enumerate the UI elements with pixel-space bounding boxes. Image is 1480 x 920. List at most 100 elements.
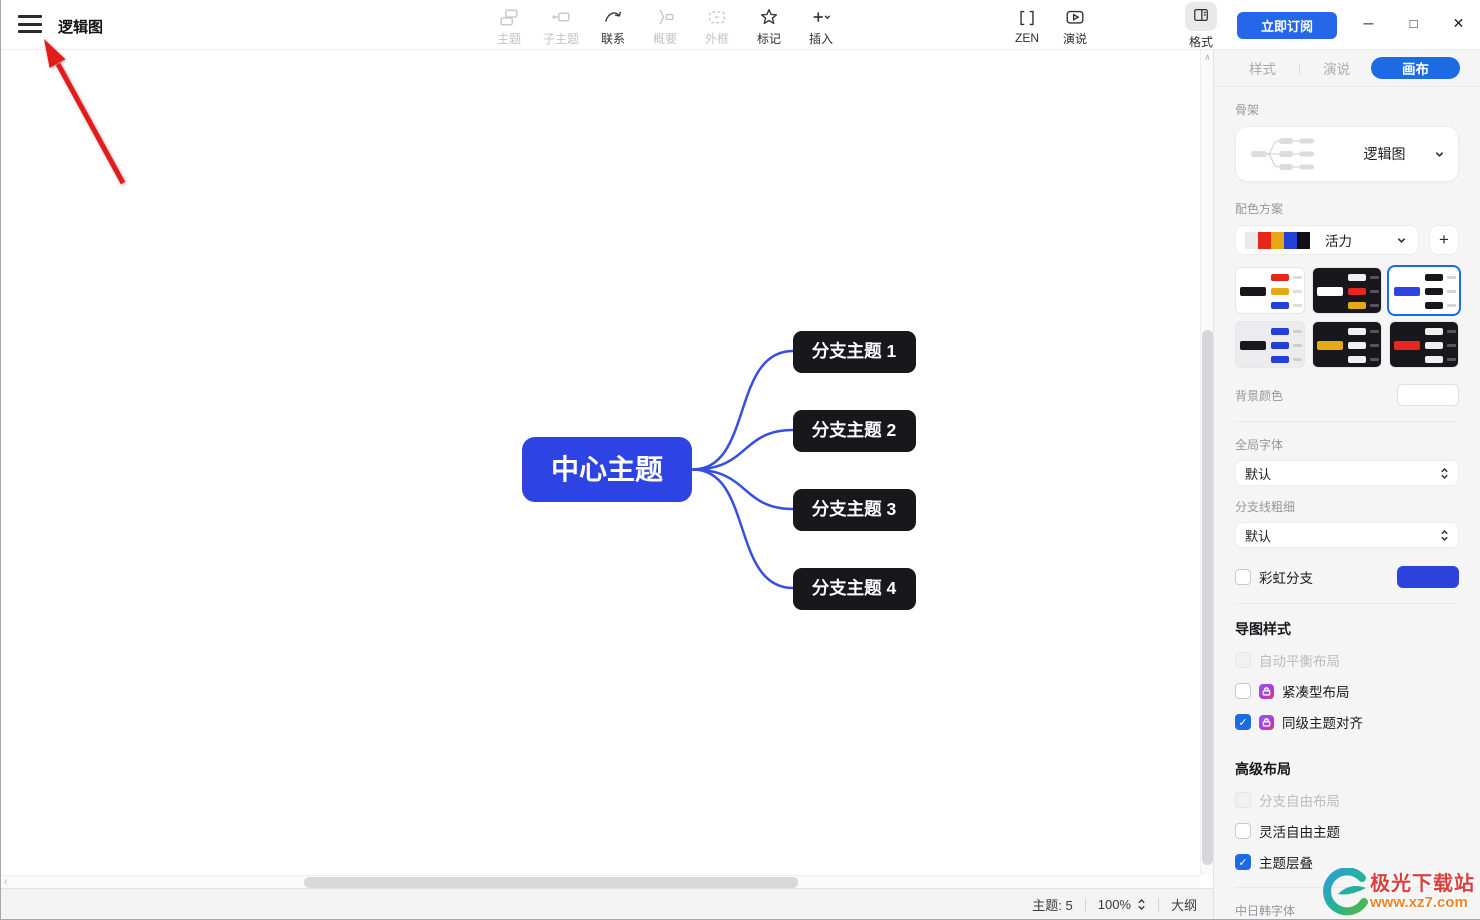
checkbox[interactable] [1235,683,1251,699]
app-window: 逻辑图 主题 子主题 联系 概要 外框 标记 插入 ZEN 演说 格式 立即订阅… [0,0,1480,920]
premium-lock-icon [1259,683,1274,699]
scroll-up-icon[interactable]: ∧ [1201,52,1213,63]
canvas[interactable]: 中心主题 分支主题 1 分支主题 2 分支主题 3 分支主题 4 ∧ ‹ [1,50,1213,888]
option-compact-layout[interactable]: 紧凑型布局 [1235,681,1459,701]
up-down-chevron-icon [1441,467,1448,479]
central-topic[interactable]: 中心主题 [522,437,692,502]
theme-thumbnail-5[interactable] [1312,321,1382,368]
branch-topic-label: 分支主题 1 [812,341,897,361]
option-topic-overlap[interactable]: ✓ 主题层叠 [1235,852,1459,872]
rainbow-branch-checkbox[interactable] [1235,569,1251,585]
branch-topic-3[interactable]: 分支主题 3 [793,489,916,531]
cjk-font-label: 中日韩字体 [1235,904,1296,918]
scheme-value: 活力 [1325,234,1352,249]
maximize-button[interactable]: □ [1391,0,1436,46]
format-sidebar-icon [1185,2,1217,31]
star-icon [760,8,778,24]
color-scheme-section-label: 配色方案 [1235,202,1284,216]
vertical-scroll-thumb[interactable] [1202,330,1213,865]
zen-brackets-icon [1020,10,1034,26]
format-panel: 样式 | 演说 画布 骨架 逻辑图 配色方案 活力 + 背景颜色 全局字体 默认… [1213,50,1480,919]
topic-count: 主题: 5 [1032,898,1073,913]
insert-plus-icon [813,11,831,22]
color-scheme-select[interactable]: 活力 [1235,225,1419,255]
tool-topic[interactable]: 主题 [487,3,531,49]
tab-present[interactable]: 演说 [1323,58,1350,78]
zoom-level: 100% [1097,897,1131,912]
zoom-control[interactable]: 100% [1098,897,1146,912]
play-presentation-icon [1066,10,1084,24]
branch-color-button[interactable] [1397,566,1459,588]
skeleton-section-label: 骨架 [1235,103,1260,117]
tool-relationship[interactable]: 联系 [591,3,635,49]
skeleton-value: 逻辑图 [1363,146,1406,162]
tool-summary[interactable]: 概要 [643,3,687,49]
panel-tabs: 样式 | 演说 画布 [1214,50,1480,87]
scroll-left-icon[interactable]: ‹ [4,876,8,888]
mindmap: 中心主题 分支主题 1 分支主题 2 分支主题 3 分支主题 4 [522,331,916,610]
relationship-icon [605,11,622,22]
rainbow-branch-row: 彩虹分支 [1235,566,1459,588]
up-down-chevron-icon [1441,529,1448,541]
tool-zen[interactable]: ZEN [1005,3,1049,49]
checkbox [1235,792,1251,808]
tool-marker[interactable]: 标记 [747,3,791,49]
checkbox[interactable] [1235,823,1251,839]
tab-style[interactable]: 样式 [1249,58,1276,78]
tool-present[interactable]: 演说 [1053,3,1097,49]
advanced-layout-heading: 高级布局 [1235,761,1291,777]
topic-icon [500,8,518,25]
chevron-down-icon [1397,237,1406,243]
tool-insert[interactable]: 插入 [799,3,843,49]
branch-topic-label: 分支主题 4 [812,578,897,598]
add-scheme-button[interactable]: + [1429,225,1459,255]
branch-topic-2[interactable]: 分支主题 2 [793,410,916,452]
premium-lock-icon [1259,714,1274,730]
theme-thumbnail-4[interactable] [1235,321,1305,368]
tool-boundary[interactable]: 外框 [695,3,739,49]
branch-topic-label: 分支主题 3 [812,499,897,519]
horizontal-scroll-thumb[interactable] [304,877,798,888]
background-color-swatch[interactable] [1397,384,1459,406]
checkbox-checked[interactable]: ✓ [1235,854,1251,870]
toolbar-center: 主题 子主题 联系 概要 外框 标记 插入 [487,3,843,49]
option-auto-balance-layout[interactable]: 自动平衡布局 [1235,650,1459,670]
map-style-heading: 导图样式 [1235,621,1291,637]
document-title: 逻辑图 [58,19,104,36]
subscribe-button[interactable]: 立即订阅 [1237,12,1337,39]
close-button[interactable]: ✕ [1436,0,1480,46]
scheme-swatches [1245,231,1310,249]
branch-connectors [691,349,795,590]
background-color-label: 背景颜色 [1235,388,1284,403]
horizontal-scrollbar[interactable]: ‹ [1,875,1200,888]
theme-thumbnail-2[interactable] [1312,267,1382,314]
branch-width-select[interactable]: 默认 [1235,522,1459,548]
branch-topic-label: 分支主题 2 [812,420,897,440]
theme-thumbnail-1[interactable] [1235,267,1305,314]
minimize-button[interactable]: ─ [1346,0,1391,46]
zoom-stepper-icon[interactable] [1137,898,1146,911]
option-free-branch-layout[interactable]: 分支自由布局 [1235,790,1459,810]
checkbox-checked[interactable]: ✓ [1235,714,1251,730]
window-controls: ─ □ ✕ [1346,0,1480,50]
branch-width-label: 分支线粗细 [1235,500,1296,514]
tool-subtopic[interactable]: 子主题 [539,3,583,49]
subtopic-icon [552,12,570,21]
theme-thumbnail-3-selected[interactable] [1389,267,1459,314]
rainbow-branch-label: 彩虹分支 [1259,571,1313,586]
skeleton-selector[interactable]: 逻辑图 [1235,126,1459,182]
checkbox [1235,652,1251,668]
outline-button[interactable]: 大纲 [1171,895,1197,914]
branch-topic-1[interactable]: 分支主题 1 [793,331,916,373]
vertical-scrollbar[interactable]: ∧ [1200,50,1213,875]
tool-format[interactable]: 格式 [1179,2,1223,49]
option-sibling-alignment[interactable]: ✓ 同级主题对齐 [1235,712,1459,732]
tab-canvas[interactable]: 画布 [1371,57,1460,79]
theme-thumbnail-6[interactable] [1389,321,1459,368]
summary-icon [659,9,674,24]
option-flexible-free-topic[interactable]: 灵活自由主题 [1235,821,1459,841]
global-font-select[interactable]: 默认 [1235,460,1459,486]
status-bar: 主题: 5 100% 大纲 [1,888,1213,919]
branch-topic-4[interactable]: 分支主题 4 [793,568,916,610]
hamburger-menu-icon[interactable] [18,15,42,34]
